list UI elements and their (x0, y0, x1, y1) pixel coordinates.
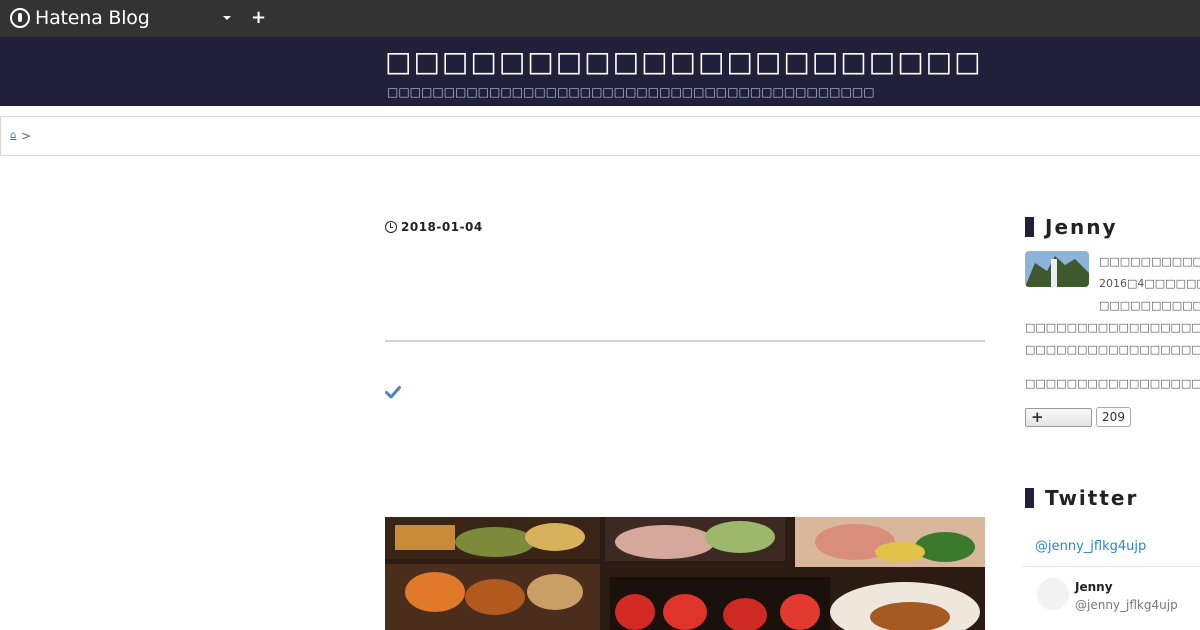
profile-heading-text: Jenny (1045, 215, 1118, 239)
twitter-name[interactable]: Jenny (1075, 580, 1113, 594)
follow-button[interactable]: + (1025, 408, 1092, 427)
profile-avatar[interactable] (1025, 251, 1089, 287)
profile-text-line: □□□□□□□□□□□□□ (1099, 255, 1200, 268)
brand-text: Hatena Blog (35, 7, 150, 29)
profile-text-line: □□□□□□□□□□□□□□□□□□□□□ (1025, 343, 1200, 356)
add-button[interactable]: + (251, 8, 266, 28)
breadcrumb-home-link[interactable]: ⌂ (10, 130, 16, 141)
twitter-divider (1023, 566, 1200, 567)
breadcrumb-separator: > (21, 129, 32, 143)
clock-icon (385, 221, 397, 233)
blog-title[interactable]: □□□□□□□□□□□□□□□□□□□□□ (385, 45, 983, 78)
blog-header: □□□□□□□□□□□□□□□□□□□□□ □□□□□□□□□□□□□□□□□□… (0, 37, 1200, 106)
entry-date-text: 2018-01-04 (401, 220, 483, 234)
profile-heading: Jenny (1025, 215, 1118, 239)
profile-text-line: □□□□□□□□□□□□□ (1099, 299, 1200, 312)
twitter-profile-link[interactable]: @jenny_jflkg4ujp (1035, 539, 1146, 554)
heading-bar (1025, 217, 1034, 237)
heading-bar (1025, 488, 1034, 508)
check-icon (385, 386, 401, 399)
follower-count: 209 (1096, 407, 1131, 427)
profile-text-line: □□□□□□□□□□□□□□□□□□□□□ (1025, 321, 1200, 334)
twitter-handle[interactable]: @jenny_jflkg4ujp (1075, 598, 1178, 612)
article-divider (385, 340, 985, 342)
hatena-blog-logo[interactable]: Hatena Blog (10, 7, 150, 29)
twitter-heading-text: Twitter (1045, 486, 1139, 510)
article-image (385, 517, 985, 630)
caret-down-icon[interactable] (223, 16, 231, 20)
profile-text-line: □□□□□□□□□□□□□□□□□□□□□ (1025, 377, 1200, 390)
global-header: Hatena Blog + (0, 0, 1200, 37)
profile-text-line: 2016□4□□□□□□□□□ (1099, 277, 1200, 290)
twitter-heading: Twitter (1025, 486, 1138, 510)
twitter-avatar[interactable] (1037, 578, 1069, 610)
breadcrumb: ⌂ > (0, 116, 1200, 156)
hatena-logo-icon (10, 8, 30, 28)
entry-date[interactable]: 2018-01-04 (385, 220, 483, 234)
plus-icon: + (1031, 408, 1044, 426)
blog-description: □□□□□□□□□□□□□□□□□□□□□□□□□□□□□□□□□□□□□□□□… (387, 85, 875, 99)
